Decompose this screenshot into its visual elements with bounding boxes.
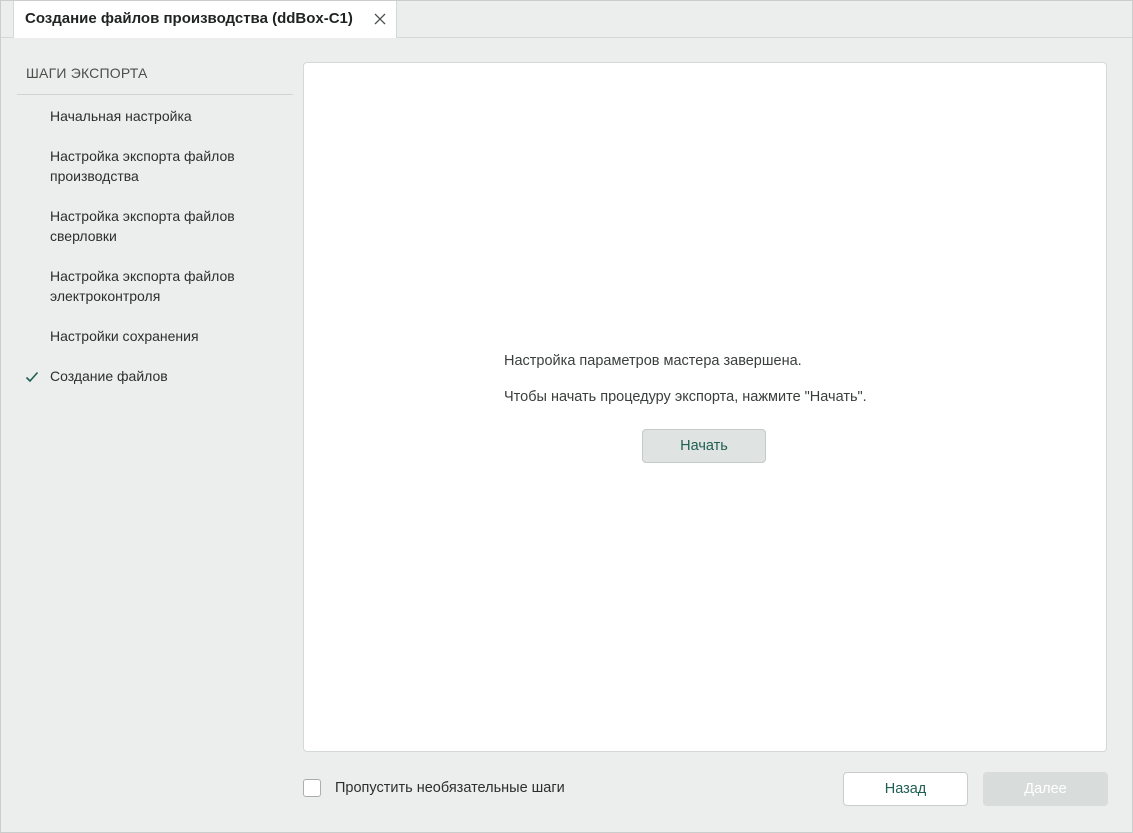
sidebar-title: ШАГИ ЭКСПОРТА — [26, 65, 148, 81]
next-button[interactable]: Далее — [983, 772, 1108, 806]
step-label: Настройка экспорта файлов производства — [50, 148, 235, 184]
instruction-message: Чтобы начать процедуру экспорта, нажмите… — [504, 389, 867, 405]
step-initial-setup[interactable]: Начальная настройка — [50, 106, 280, 126]
completion-message: Настройка параметров мастера завершена. — [504, 353, 802, 369]
step-save-settings[interactable]: Настройки сохранения — [50, 326, 280, 346]
skip-optional-checkbox[interactable] — [303, 779, 321, 797]
start-button[interactable]: Начать — [642, 429, 766, 463]
main-panel: Настройка параметров мастера завершена. … — [303, 62, 1107, 752]
step-label: Настройка экспорта файлов сверловки — [50, 208, 235, 244]
step-drill-export[interactable]: Настройка экспорта файлов сверловки — [50, 206, 280, 246]
sidebar-divider — [17, 94, 293, 95]
step-create-files[interactable]: Создание файлов — [25, 366, 280, 386]
step-label: Настройки сохранения — [50, 328, 199, 344]
tab-production-files[interactable]: Создание файлов производства (ddBox-C1) — [13, 1, 397, 38]
tab-title: Создание файлов производства (ddBox-C1) — [25, 10, 353, 27]
step-electrotest-export[interactable]: Настройка экспорта файлов электроконтрол… — [50, 266, 280, 306]
step-label: Начальная настройка — [50, 108, 192, 124]
wizard-content: ШАГИ ЭКСПОРТА Начальная настройка Настро… — [8, 42, 1126, 826]
close-icon[interactable] — [372, 11, 388, 27]
step-label: Создание файлов — [50, 368, 168, 384]
wizard-window: Создание файлов производства (ddBox-C1) … — [0, 0, 1133, 833]
skip-optional-label[interactable]: Пропустить необязательные шаги — [335, 780, 565, 796]
back-button[interactable]: Назад — [843, 772, 968, 806]
step-label: Настройка экспорта файлов электроконтрол… — [50, 268, 235, 304]
step-production-export[interactable]: Настройка экспорта файлов производства — [50, 146, 280, 186]
tab-bar: Создание файлов производства (ddBox-C1) — [1, 1, 1132, 38]
checkmark-icon — [25, 369, 39, 383]
